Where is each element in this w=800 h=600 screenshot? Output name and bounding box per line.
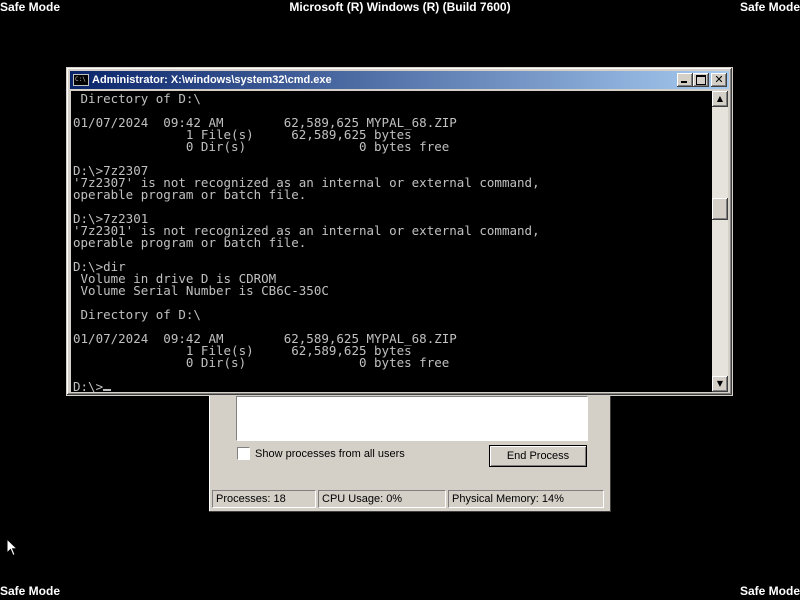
console-icon[interactable]: C:\	[73, 74, 89, 86]
console-line: Directory of D:\	[73, 91, 201, 106]
title-bar[interactable]: C:\ Administrator: X:\windows\system32\c…	[70, 71, 729, 89]
console-line: 0 Dir(s) 0 bytes free	[73, 139, 450, 154]
arrow-up-icon: ▲	[716, 94, 724, 103]
close-button[interactable]: ✕	[711, 73, 727, 87]
maximize-icon	[696, 75, 706, 85]
show-all-users-checkbox[interactable]	[237, 447, 250, 460]
maximize-button[interactable]	[693, 73, 709, 87]
processes-count: Processes: 18	[212, 490, 316, 508]
show-all-users-option[interactable]: Show processes from all users	[237, 447, 405, 460]
mouse-pointer-icon	[6, 538, 18, 557]
minimize-button[interactable]	[677, 73, 693, 87]
console-lines: Directory of D:\ 01/07/2024 09:42 AM 62,…	[73, 91, 540, 370]
physical-memory: Physical Memory: 14%	[448, 490, 604, 508]
console-line: Directory of D:\	[73, 307, 201, 322]
text-cursor	[103, 389, 112, 391]
windows-build-title: Microsoft (R) Windows (R) (Build 7600)	[289, 0, 511, 14]
console-output[interactable]: Directory of D:\ 01/07/2024 09:42 AM 62,…	[71, 91, 712, 392]
scroll-up-button[interactable]: ▲	[712, 91, 728, 107]
task-manager-status-bar: Processes: 18 CPU Usage: 0% Physical Mem…	[212, 490, 608, 508]
scroll-down-button[interactable]: ▼	[712, 376, 728, 392]
window-title: Administrator: X:\windows\system32\cmd.e…	[92, 74, 332, 86]
console-text: Directory of D:\ 01/07/2024 09:42 AM 62,…	[71, 91, 540, 392]
close-icon: ✕	[714, 73, 724, 86]
command-prompt-window[interactable]: C:\ Administrator: X:\windows\system32\c…	[66, 67, 733, 396]
scroll-thumb[interactable]	[712, 198, 728, 221]
console-line: operable program or batch file.	[73, 235, 307, 250]
arrow-down-icon: ▼	[716, 379, 724, 388]
end-process-button[interactable]: End Process	[489, 445, 587, 467]
process-list[interactable]	[236, 396, 588, 441]
task-manager-window: Show processes from all users End Proces…	[209, 380, 611, 512]
show-all-users-label: Show processes from all users	[255, 447, 405, 460]
command-prompt[interactable]: D:\>	[73, 379, 103, 392]
console-line: 0 Dir(s) 0 bytes free	[73, 355, 450, 370]
safe-mode-label-bottom-right: Safe Mode	[739, 584, 800, 598]
cpu-usage: CPU Usage: 0%	[318, 490, 446, 508]
console-line: operable program or batch file.	[73, 187, 307, 202]
console-line: Volume Serial Number is CB6C-350C	[73, 283, 329, 298]
vertical-scrollbar[interactable]: ▲ ▼	[712, 91, 728, 392]
minimize-icon	[681, 81, 687, 83]
safe-mode-label-bottom-left: Safe Mode	[0, 584, 61, 598]
